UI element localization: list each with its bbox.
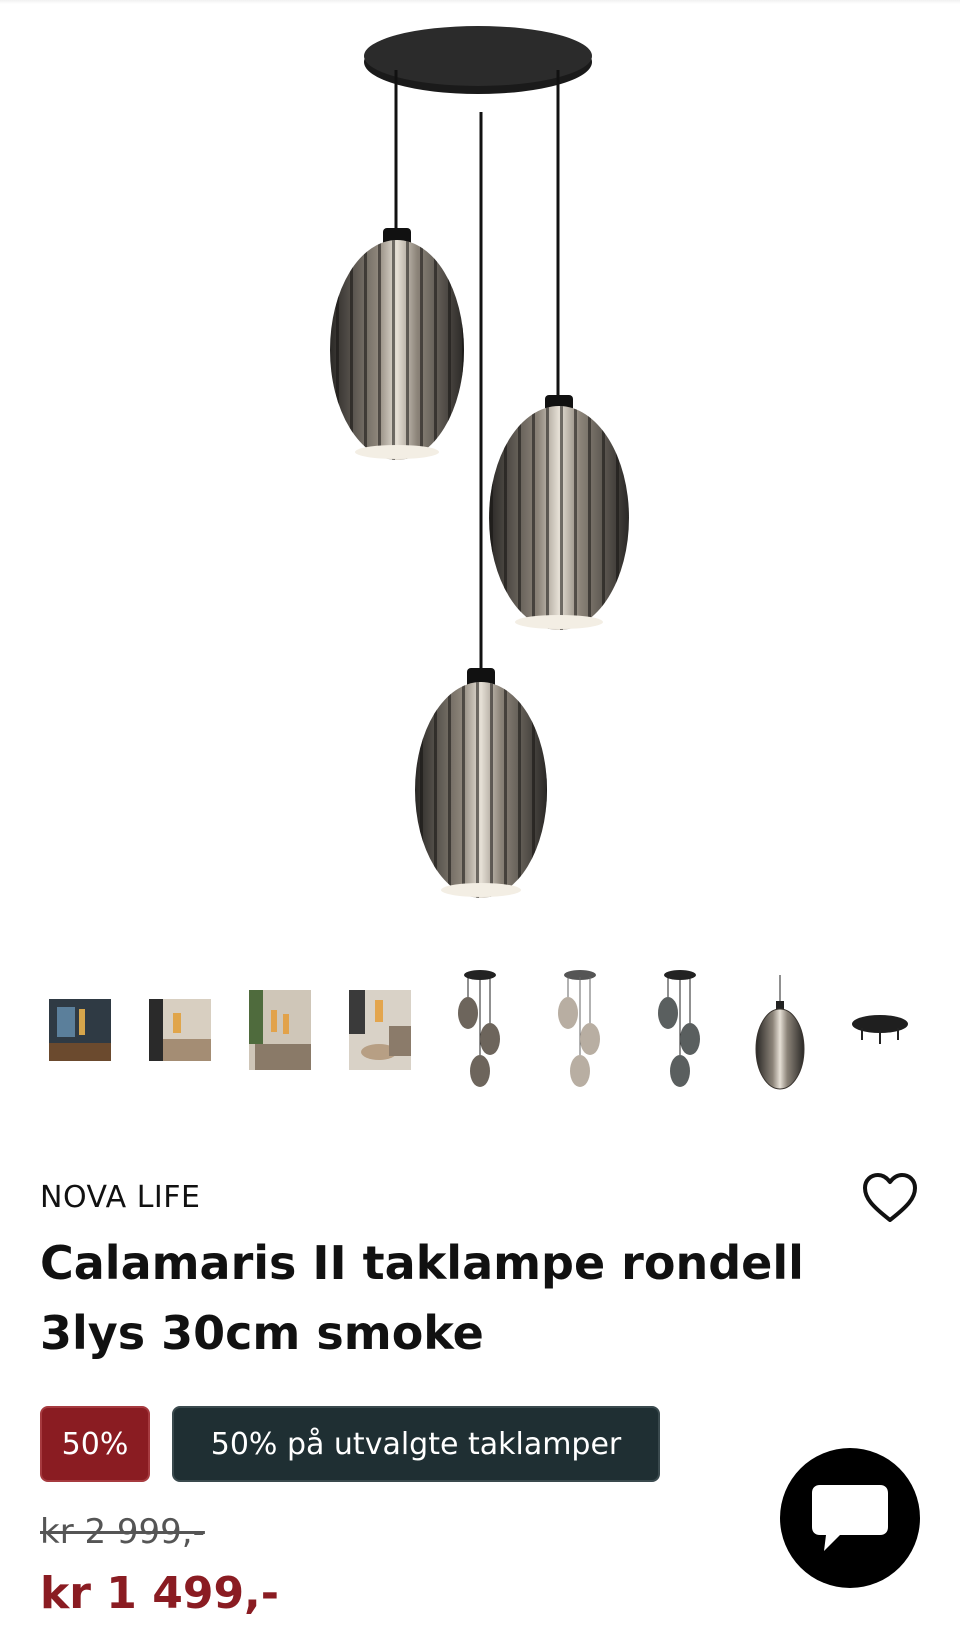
chat-button[interactable] <box>780 1448 920 1588</box>
thumbnail-room-photo-table[interactable] <box>340 960 420 1100</box>
thumbnail-room-photo-living[interactable] <box>140 960 220 1100</box>
discount-badge: 50% <box>40 1406 150 1482</box>
pendant-shade <box>489 395 629 630</box>
current-price: kr 1 499,- <box>40 1568 280 1619</box>
thumbnail-lamp-clear[interactable] <box>540 960 620 1100</box>
thumbnail-single-shade[interactable] <box>740 960 820 1100</box>
thumbnail-ceiling-plate[interactable] <box>840 960 920 1100</box>
thumbnail-lamp-grey[interactable] <box>640 960 720 1100</box>
thumbnail-room-photo-dark[interactable] <box>40 960 120 1100</box>
brand-name[interactable]: NOVA LIFE <box>40 1180 200 1215</box>
campaign-badge[interactable]: 50% på utvalgte taklamper <box>172 1406 660 1482</box>
product-title: Calamaris II taklampe rondell 3lys 30cm … <box>40 1236 804 1360</box>
thumbnail-room-photo-sofa[interactable] <box>240 960 320 1100</box>
heart-outline-icon <box>863 1173 917 1222</box>
pendant-shade <box>415 668 547 898</box>
thumbnail-strip <box>40 960 920 1100</box>
product-main-image[interactable] <box>0 0 960 930</box>
old-price: kr 2 999,- <box>40 1512 205 1552</box>
pendant-shade <box>330 228 464 460</box>
wishlist-button[interactable] <box>860 1168 920 1228</box>
chat-bubble-icon <box>812 1485 888 1551</box>
thumbnail-lamp-smoke[interactable] <box>440 960 520 1100</box>
